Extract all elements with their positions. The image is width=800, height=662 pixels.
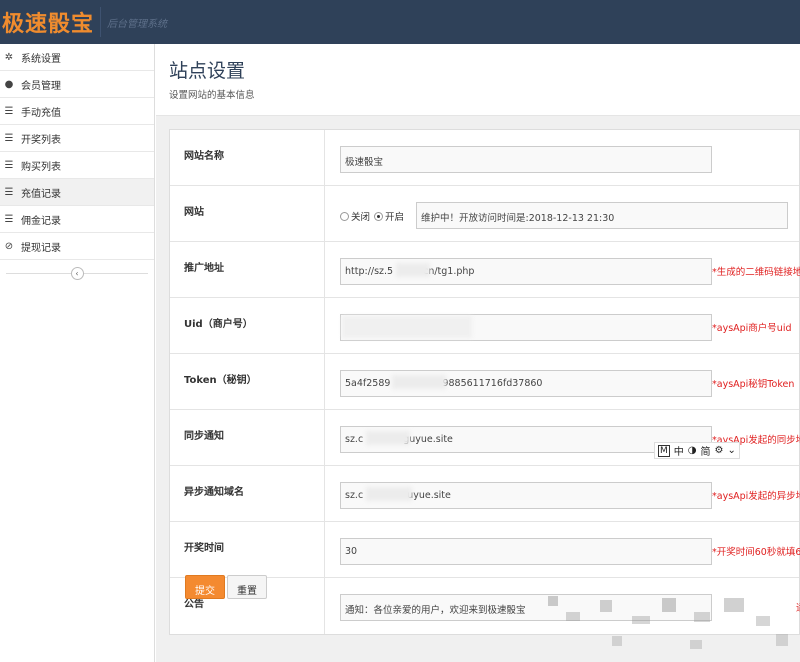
- ime-toolbar: M 中 ◑ 简 ⚙ ⌄: [654, 442, 740, 459]
- sidebar-item-label: 会员管理: [21, 80, 61, 92]
- sidebar-item-label: 提现记录: [21, 242, 61, 254]
- list-icon: ☰: [4, 132, 14, 144]
- field-label: 开奖时间: [170, 522, 325, 577]
- field-hint: *生成的二维码链接地: [712, 267, 800, 278]
- watermark-fragment: [566, 612, 580, 621]
- field-hint: 适: [796, 600, 800, 614]
- draw-time-input[interactable]: 30: [340, 538, 712, 565]
- brand-subtitle: 后台管理系统: [107, 18, 168, 30]
- chevron-left-icon[interactable]: ‹: [70, 266, 84, 280]
- watermark-fragment: [724, 598, 744, 612]
- maintenance-message-input[interactable]: 维护中！开放访问时间是:2018-12-13 21:30: [416, 202, 788, 229]
- gear-icon: ✲: [4, 51, 14, 63]
- user-icon: ●: [4, 78, 14, 90]
- ime-lang-toggle[interactable]: 中: [674, 443, 684, 458]
- redaction-blur: [366, 487, 412, 501]
- watermark-fragment: [690, 640, 702, 649]
- radio-off[interactable]: [340, 211, 349, 221]
- field-value-tail: 9885611716fd37860: [442, 378, 543, 389]
- sidebar: ✲ 系统设置 ● 会员管理 ☰ 手动充值 ☰ 开奖列表 ☰ 购买列表 ☰ 充值记…: [0, 44, 155, 662]
- radio-on[interactable]: [374, 211, 384, 221]
- field-value-head: sz.c: [345, 434, 364, 445]
- list-icon: ☰: [4, 186, 14, 198]
- page-title: 站点设置: [169, 60, 246, 82]
- field-hint: *aysApi发起的异步地: [712, 491, 800, 502]
- field-label: 推广地址: [170, 242, 325, 297]
- sidebar-item-member-management[interactable]: ● 会员管理: [0, 71, 154, 98]
- field-value-head: 5a4f2589: [345, 378, 391, 389]
- sidebar-item-system-settings[interactable]: ✲ 系统设置: [0, 44, 154, 71]
- sidebar-item-label: 系统设置: [21, 53, 61, 65]
- sidebar-item-manual-recharge[interactable]: ☰ 手动充值: [0, 98, 154, 125]
- list-icon: ☰: [4, 213, 14, 225]
- sidebar-item-label: 开奖列表: [21, 134, 61, 146]
- redaction-blur: [396, 263, 430, 277]
- field-hint: *开奖时间60秒就填6: [712, 547, 800, 558]
- field-value-tail: cn/tg1.php: [423, 266, 475, 277]
- list-icon: ☰: [4, 105, 14, 117]
- site-name-input[interactable]: 极速骰宝: [340, 146, 712, 173]
- watermark-fragment: [662, 598, 676, 612]
- sidebar-item-recharge-records[interactable]: ☰ 充值记录: [0, 179, 154, 206]
- ime-mode-icon[interactable]: M: [658, 444, 670, 457]
- redaction-blur: [366, 431, 410, 445]
- field-hint: *aysApi秘钥Token: [712, 379, 795, 390]
- watermark-fragment: [548, 596, 558, 606]
- field-value-tail: guyue.site: [403, 434, 453, 445]
- chevron-down-icon[interactable]: ⌄: [727, 445, 735, 456]
- sidebar-item-draw-list[interactable]: ☰ 开奖列表: [0, 125, 154, 152]
- site-status-radio-group: 关闭 开启: [340, 209, 404, 223]
- main-content: 站点设置 设置网站的基本信息 网站名称 极速骰宝 网站 关闭 开启 维护中！开放…: [156, 44, 800, 662]
- watermark-fragment: [756, 616, 770, 626]
- list-icon: ☰: [4, 159, 14, 171]
- ime-charset-toggle[interactable]: 简: [701, 443, 711, 458]
- notice-input[interactable]: 通知：各位亲爱的用户，欢迎来到极速骰宝: [340, 594, 712, 621]
- radio-off-label: 关闭: [351, 212, 371, 223]
- brand-logo[interactable]: 极速骰宝: [0, 6, 94, 38]
- settings-form: 网站名称 极速骰宝 网站 关闭 开启 维护中！开放访问时间是:2018-12-1…: [169, 129, 800, 635]
- sidebar-item-withdraw-records[interactable]: ⊘ 提现记录: [0, 233, 154, 260]
- page-header: 站点设置 设置网站的基本信息: [156, 44, 800, 116]
- radio-on-label: 开启: [385, 212, 405, 223]
- watermark-fragment: [776, 634, 788, 646]
- sidebar-item-label: 购买列表: [21, 161, 61, 173]
- sidebar-collapse-row: ‹: [0, 260, 154, 286]
- form-row-async-notify: 异步通知域名 sz.c uyue.site *aysApi发起的异步地: [170, 466, 800, 522]
- submit-button[interactable]: 提交: [185, 575, 225, 599]
- ban-icon: ⊘: [4, 240, 14, 252]
- watermark-fragment: [612, 636, 622, 646]
- sidebar-item-label: 充值记录: [21, 188, 61, 200]
- field-value-head: http://sz.5: [345, 266, 394, 277]
- page-description: 设置网站的基本信息: [169, 90, 255, 101]
- gear-icon[interactable]: ⚙: [715, 445, 724, 456]
- field-label: Uid（商户号）: [170, 298, 325, 353]
- top-bar: 极速骰宝 后台管理系统: [0, 0, 800, 44]
- sidebar-item-label: 手动充值: [21, 107, 61, 119]
- form-row-token: Token（秘钥） 5a4f2589 9885611716fd37860 *ays…: [170, 354, 799, 410]
- form-row-uid: Uid（商户号） *aysApi商户号uid: [170, 298, 799, 354]
- reset-button[interactable]: 重置: [227, 575, 267, 599]
- field-label: 网站名称: [170, 130, 325, 185]
- field-value-head: sz.c: [345, 490, 364, 501]
- field-hint: *aysApi商户号uid: [712, 323, 792, 334]
- sidebar-item-label: 佣金记录: [21, 215, 61, 227]
- form-row-draw-time: 开奖时间 30 *开奖时间60秒就填6: [170, 522, 800, 578]
- watermark-fragment: [600, 600, 612, 612]
- redaction-blur: [342, 316, 472, 338]
- watermark-fragment: [632, 616, 650, 624]
- redaction-blur: [392, 375, 446, 389]
- sidebar-item-commission-records[interactable]: ☰ 佣金记录: [0, 206, 154, 233]
- field-value-tail: uyue.site: [407, 490, 451, 501]
- sidebar-item-purchase-list[interactable]: ☰ 购买列表: [0, 152, 154, 179]
- field-label: 同步通知: [170, 410, 325, 465]
- form-row-promo-url: 推广地址 http://sz.5 cn/tg1.php *生成的二维码链接地: [170, 242, 800, 298]
- field-label: 异步通知域名: [170, 466, 325, 521]
- moon-icon[interactable]: ◑: [688, 445, 697, 456]
- brand-divider: [100, 7, 102, 37]
- form-row-site-status: 网站 关闭 开启 维护中！开放访问时间是:2018-12-13 21:30: [170, 186, 799, 242]
- field-label: 网站: [170, 186, 325, 241]
- form-row-site-name: 网站名称 极速骰宝: [170, 130, 799, 186]
- field-label: Token（秘钥）: [170, 354, 325, 409]
- watermark-fragment: [694, 612, 710, 622]
